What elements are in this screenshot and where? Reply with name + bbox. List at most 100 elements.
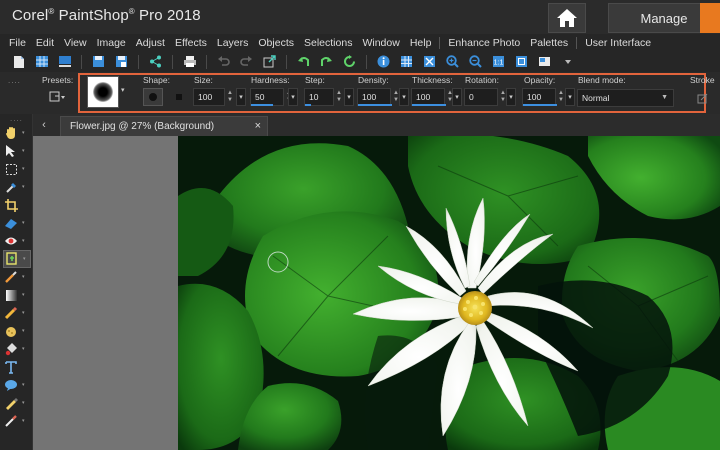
- undo-disabled-icon[interactable]: [216, 54, 231, 69]
- tool-flyout-arrow[interactable]: ▾: [22, 274, 25, 280]
- color-replacer-tool[interactable]: ▾: [3, 304, 31, 322]
- text-tool[interactable]: [3, 358, 31, 376]
- size-spinner[interactable]: ▲ ▼: [225, 88, 235, 106]
- paint-brush-tool[interactable]: ▾: [3, 268, 31, 286]
- info-icon[interactable]: [376, 54, 391, 69]
- menu-enhance-photo[interactable]: Enhance Photo: [443, 37, 525, 49]
- tabs-back-icon[interactable]: ‹: [37, 118, 51, 132]
- pen-tool[interactable]: ▾: [3, 394, 31, 412]
- grid-view-icon[interactable]: [399, 54, 414, 69]
- crop-export-icon[interactable]: [262, 54, 277, 69]
- menu-layers[interactable]: Layers: [212, 37, 254, 49]
- brush-tip-dropdown-arrow[interactable]: ▾: [121, 86, 125, 94]
- tool-flyout-arrow[interactable]: ▾: [22, 184, 25, 190]
- tools-grip[interactable]: ....: [10, 114, 23, 123]
- close-icon[interactable]: ×: [255, 117, 261, 136]
- size-slider-dropdown[interactable]: ▾: [236, 88, 246, 106]
- tool-flyout-arrow[interactable]: ▾: [22, 166, 25, 172]
- home-button[interactable]: [548, 3, 586, 33]
- menu-palettes[interactable]: Palettes: [525, 37, 573, 49]
- menu-selections[interactable]: Selections: [299, 37, 357, 49]
- menu-effects[interactable]: Effects: [170, 37, 212, 49]
- crop-tool[interactable]: [3, 196, 31, 214]
- opacity-field[interactable]: 100: [522, 88, 557, 106]
- tool-flyout-arrow[interactable]: ▾: [22, 400, 25, 406]
- tool-flyout-arrow[interactable]: ▾: [22, 292, 25, 298]
- tool-flyout-arrow[interactable]: ▾: [22, 220, 25, 226]
- hardness-slider-dropdown[interactable]: ▾: [288, 88, 298, 106]
- redo-disabled-icon[interactable]: [239, 54, 254, 69]
- tool-flyout-arrow[interactable]: ▾: [22, 238, 25, 244]
- tool-flyout-arrow[interactable]: ▾: [22, 328, 25, 334]
- actual-size-icon[interactable]: 1:1: [491, 54, 506, 69]
- undo-icon[interactable]: [296, 54, 311, 69]
- shape-tool[interactable]: ▾: [3, 376, 31, 394]
- more-dropdown-icon[interactable]: [560, 54, 575, 69]
- menu-objects[interactable]: Objects: [253, 37, 299, 49]
- step-spinner[interactable]: ▲ ▼: [334, 88, 344, 106]
- menu-file[interactable]: File: [4, 37, 31, 49]
- tool-flyout-arrow[interactable]: ▾: [22, 346, 25, 352]
- share-icon[interactable]: [148, 54, 163, 69]
- zoom-in-icon[interactable]: [445, 54, 460, 69]
- stroke-icon[interactable]: [697, 91, 708, 109]
- menu-edit[interactable]: Edit: [31, 37, 59, 49]
- browse-icon[interactable]: [57, 54, 72, 69]
- step-value: 10: [309, 92, 319, 102]
- image-canvas[interactable]: [178, 136, 720, 450]
- clone-brush-tool[interactable]: ▾: [3, 250, 31, 268]
- redo-icon[interactable]: [319, 54, 334, 69]
- density-slider-dropdown[interactable]: ▾: [399, 88, 409, 106]
- save-icon[interactable]: [91, 54, 106, 69]
- reset-icon[interactable]: [342, 54, 357, 69]
- pick-tool[interactable]: ▾: [3, 142, 31, 160]
- crop-icon: [3, 197, 19, 213]
- menu-view[interactable]: View: [59, 37, 92, 49]
- zoom-fit-icon[interactable]: [422, 54, 437, 69]
- dropper-tool[interactable]: ▾: [3, 178, 31, 196]
- menu-window[interactable]: Window: [357, 37, 404, 49]
- opacity-slider-dropdown[interactable]: ▾: [565, 88, 575, 106]
- tool-flyout-arrow[interactable]: ▾: [23, 256, 26, 262]
- red-eye-tool[interactable]: ▾: [3, 232, 31, 250]
- straighten-tool[interactable]: ▾: [3, 214, 31, 232]
- save-as-icon[interactable]: [114, 54, 129, 69]
- step-slider-dropdown[interactable]: ▾: [344, 88, 354, 106]
- print-icon[interactable]: [182, 54, 197, 69]
- zoom-out-icon[interactable]: [468, 54, 483, 69]
- rotation-field[interactable]: 0: [464, 88, 498, 106]
- thickness-field[interactable]: 100: [411, 88, 446, 106]
- new-file-icon[interactable]: [11, 54, 26, 69]
- rotation-slider-dropdown[interactable]: ▾: [506, 88, 516, 106]
- tool-flyout-arrow[interactable]: ▾: [22, 130, 25, 136]
- presets-dropdown[interactable]: [46, 89, 68, 105]
- tool-flyout-arrow[interactable]: ▾: [22, 148, 25, 154]
- menu-adjust[interactable]: Adjust: [131, 37, 170, 49]
- hardness-field[interactable]: 50: [250, 88, 284, 106]
- pan-tool[interactable]: ▾: [3, 124, 31, 142]
- shape-round-button[interactable]: [143, 88, 163, 106]
- blend-mode-select[interactable]: Normal ▼: [577, 89, 674, 107]
- fill-tool[interactable]: ▾: [3, 340, 31, 358]
- menu-image[interactable]: Image: [92, 37, 131, 49]
- step-field[interactable]: 10: [304, 88, 334, 106]
- tool-flyout-arrow[interactable]: ▾: [22, 310, 25, 316]
- thickness-slider-dropdown[interactable]: ▾: [452, 88, 462, 106]
- open-grid-icon[interactable]: [34, 54, 49, 69]
- document-tab[interactable]: Flower.jpg @ 27% (Background) ×: [60, 116, 268, 136]
- gradient-tool[interactable]: ▾: [3, 286, 31, 304]
- menu-help[interactable]: Help: [405, 37, 437, 49]
- brush-tip-preview[interactable]: [87, 76, 119, 108]
- dodge-tool[interactable]: ▾: [3, 322, 31, 340]
- tool-flyout-arrow[interactable]: ▾: [22, 418, 25, 424]
- tool-flyout-arrow[interactable]: ▾: [22, 382, 25, 388]
- density-field[interactable]: 100: [357, 88, 392, 106]
- art-brush-tool[interactable]: ▾: [3, 412, 31, 430]
- fit-window-icon[interactable]: [514, 54, 529, 69]
- screen-layout-icon[interactable]: [537, 54, 552, 69]
- palette-grip[interactable]: ....: [8, 76, 21, 85]
- menu-user-interface[interactable]: User Interface: [580, 37, 656, 49]
- size-field[interactable]: 100: [193, 88, 225, 106]
- shape-square-button[interactable]: [171, 88, 187, 106]
- selection-tool[interactable]: ▾: [3, 160, 31, 178]
